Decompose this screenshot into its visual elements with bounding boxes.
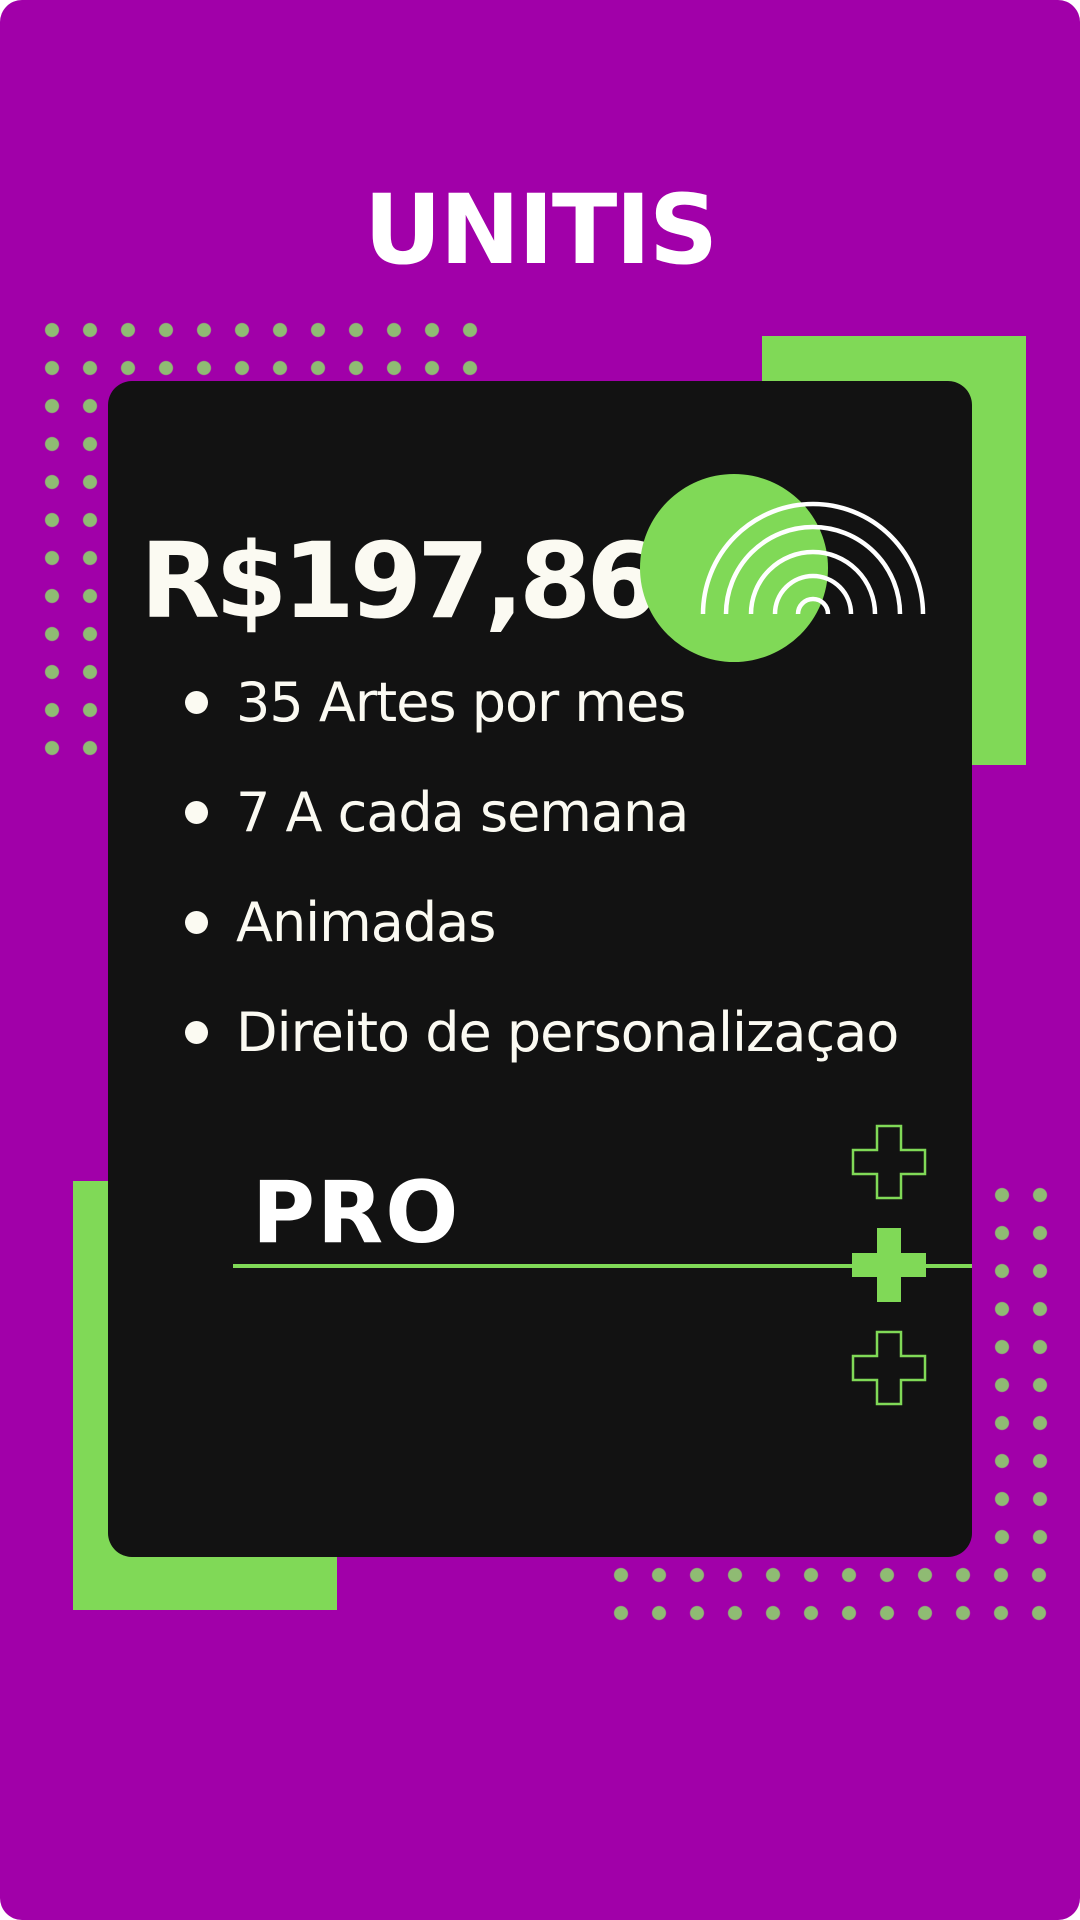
bullet-icon bbox=[185, 1021, 208, 1044]
bullet-icon bbox=[185, 691, 208, 714]
price-label: R$197,86 bbox=[140, 520, 659, 642]
feature-item: Animadas bbox=[180, 868, 898, 978]
feature-text: 35 Artes por mes bbox=[236, 671, 686, 734]
feature-text: Direito de personalizaçao bbox=[236, 1001, 899, 1064]
signal-arcs-icon bbox=[640, 474, 926, 662]
feature-text: Animadas bbox=[236, 891, 496, 954]
feature-list: 35 Artes por mes 7 A cada semana Animada… bbox=[180, 648, 899, 1088]
feature-item: 7 A cada semana bbox=[180, 758, 898, 868]
dot-pattern-bottom-row bbox=[602, 1556, 1058, 1632]
pricing-card-page: UNITIS R$197,86 35 Artes por mes 7 A cad… bbox=[0, 0, 1080, 1920]
dot-pattern-top-row bbox=[33, 311, 489, 387]
feature-item: Direito de personalizaçao bbox=[180, 978, 899, 1088]
bullet-icon bbox=[185, 801, 208, 824]
feature-item: 35 Artes por mes bbox=[180, 648, 898, 758]
plan-name: PRO bbox=[252, 1163, 461, 1263]
plus-filled-icon bbox=[852, 1228, 926, 1302]
brand-title: UNITIS bbox=[363, 174, 718, 286]
dot-pattern-right-column bbox=[983, 1176, 1059, 1556]
plus-outline-icon bbox=[851, 1330, 927, 1406]
dot-pattern-left-column bbox=[33, 387, 109, 767]
feature-text: 7 A cada semana bbox=[236, 781, 689, 844]
bullet-icon bbox=[185, 911, 208, 934]
plus-outline-icon bbox=[851, 1124, 927, 1200]
